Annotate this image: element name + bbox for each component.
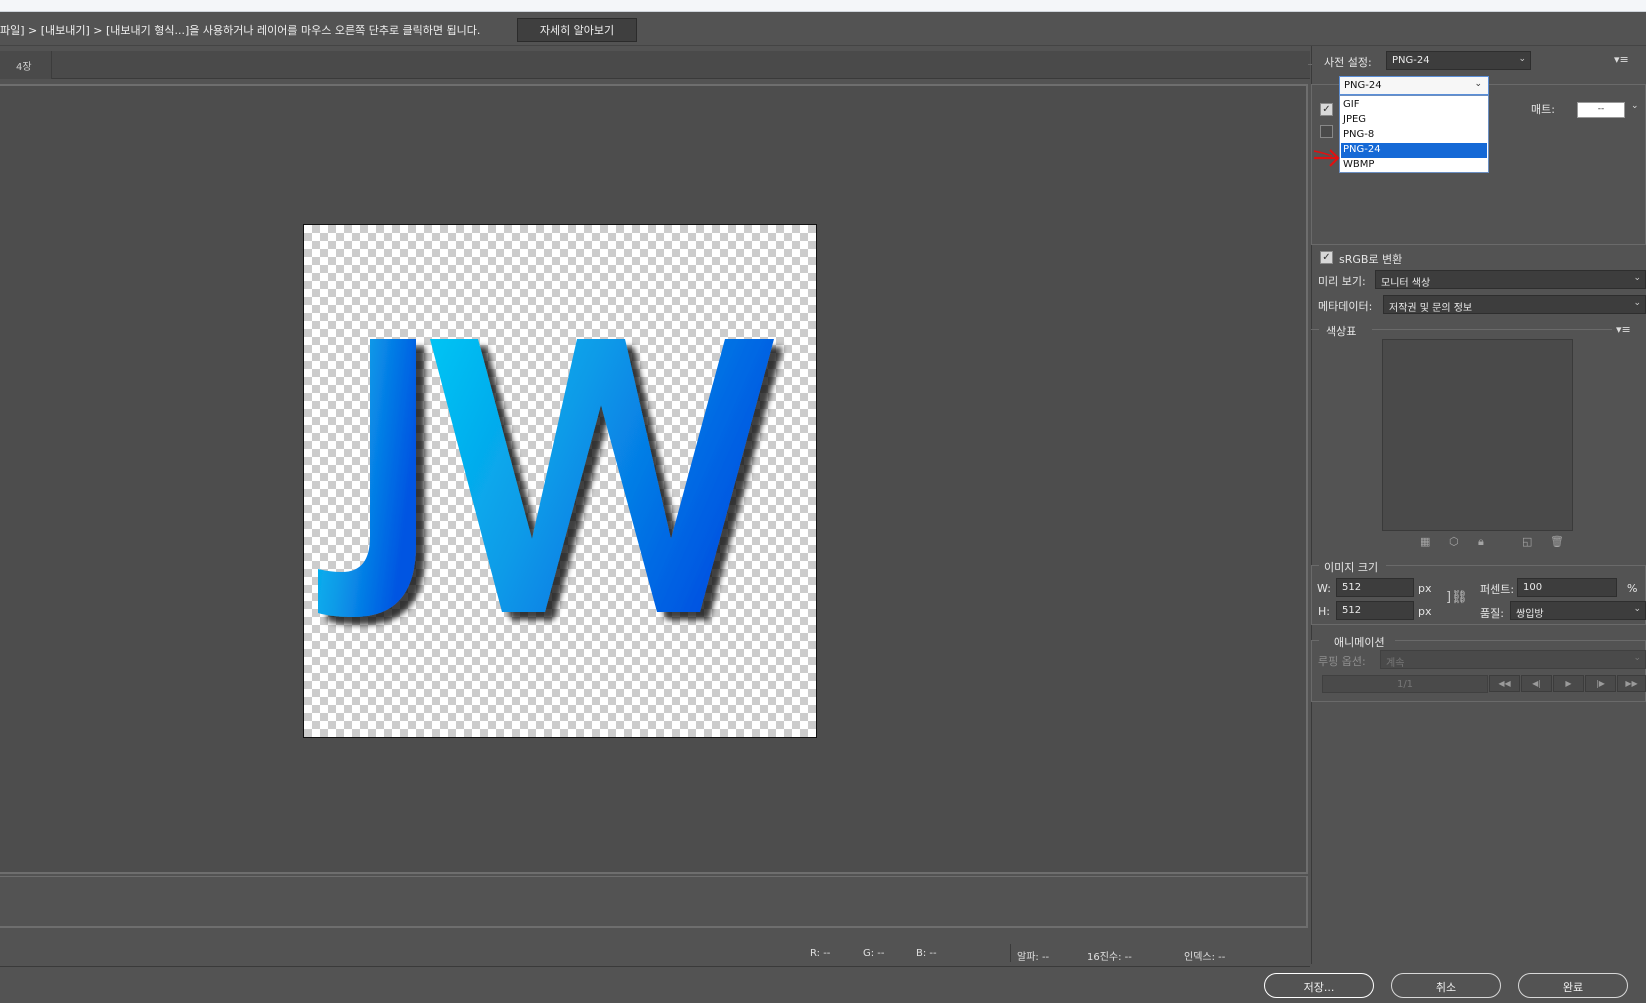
cancel-button[interactable]: 취소 <box>1391 973 1501 998</box>
loop-label: 루핑 옵션: <box>1318 655 1366 668</box>
color-table-line-right <box>1372 329 1612 330</box>
frame-counter-text: 1/1 <box>1396 679 1414 690</box>
last-frame-icon[interactable]: ▶▶ <box>1617 675 1646 692</box>
preset-label: 사전 설정: <box>1324 56 1372 69</box>
height-unit: px <box>1418 605 1432 618</box>
quality-label: 품질: <box>1480 607 1504 620</box>
preview-value: 모니터 색상 <box>1381 278 1431 289</box>
quality-value: 쌍입방 <box>1516 609 1544 620</box>
web-snap-cube-icon[interactable]: ⬡ <box>1449 535 1459 548</box>
letter-w <box>430 339 774 612</box>
save-button[interactable]: 저장... <box>1264 973 1374 998</box>
percent-unit: % <box>1627 582 1638 595</box>
metadata-label: 메타데이터: <box>1318 300 1373 313</box>
preview-image[interactable] <box>303 224 817 738</box>
chevron-down-icon: ⌄ <box>1474 79 1482 89</box>
format-option-gif[interactable]: GIF <box>1341 98 1487 113</box>
format-option-jpeg[interactable]: JPEG <box>1341 113 1487 128</box>
color-table-line-left <box>1311 329 1319 330</box>
info-text: 파일] > [내보내기] > [내보내기 형식...]을 사용하거나 레이어를 … <box>0 24 481 37</box>
metadata-select[interactable]: 저작권 및 문의 정보 ⌄ <box>1383 295 1646 314</box>
height-label: H: <box>1318 605 1330 618</box>
format-option-png8[interactable]: PNG-8 <box>1341 128 1487 143</box>
format-option-png24[interactable]: PNG-24 <box>1341 143 1487 158</box>
panel-menu-icon[interactable]: ▾≡ <box>1614 53 1629 66</box>
height-input[interactable]: 512 <box>1336 601 1414 620</box>
view-tab-bar: 4장 <box>0 51 1310 79</box>
transparency-checkbox[interactable]: ✓ <box>1320 103 1333 116</box>
loop-value: 계속 <box>1386 658 1405 669</box>
trash-icon[interactable]: 🗑︎ <box>1550 535 1564 548</box>
srgb-label: sRGB로 변환 <box>1339 253 1403 266</box>
link-constrain-icon[interactable]: ]⛓︎ <box>1446 590 1468 605</box>
status-bar: R: -- G: -- B: -- 알파: -- 16진수: -- 인덱스: -… <box>0 938 1310 966</box>
info-bar: 파일] > [내보내기] > [내보내기 형식...]을 사용하거나 레이어를 … <box>0 12 1646 46</box>
preset-group-line-left <box>1308 64 1312 65</box>
status-b: B: -- <box>916 948 937 959</box>
quality-select[interactable]: 쌍입방 ⌄ <box>1510 601 1646 620</box>
matte-chevron-down-icon[interactable]: ⌄ <box>1631 101 1639 111</box>
chevron-down-icon: ⌄ <box>1518 54 1526 64</box>
width-label: W: <box>1317 582 1331 595</box>
metadata-value: 저작권 및 문의 정보 <box>1389 303 1473 314</box>
preset-select[interactable]: PNG-24 ⌄ <box>1386 51 1531 70</box>
chevron-down-icon: ⌄ <box>1633 298 1641 308</box>
percent-input[interactable]: 100 <box>1517 578 1617 597</box>
previous-frame-icon[interactable]: ◀| <box>1521 675 1552 692</box>
color-table-grid[interactable] <box>1382 339 1573 531</box>
status-separator <box>1010 944 1011 962</box>
format-option-wbmp[interactable]: WBMP <box>1341 158 1487 173</box>
tab-4-up[interactable]: 4장 <box>0 51 52 79</box>
preview-select[interactable]: 모니터 색상 ⌄ <box>1375 270 1646 289</box>
chevron-down-icon: ⌄ <box>1633 273 1641 283</box>
learn-more-button[interactable]: 자세히 알아보기 <box>517 18 637 42</box>
matte-swatch[interactable]: -- <box>1577 102 1625 118</box>
width-input[interactable]: 512 <box>1336 578 1414 597</box>
interlaced-checkbox[interactable] <box>1320 125 1333 138</box>
play-icon[interactable]: ▶ <box>1553 675 1584 692</box>
status-index: 인덱스: -- <box>1184 952 1226 963</box>
format-select[interactable]: PNG-24 ⌄ <box>1339 76 1489 95</box>
new-color-icon[interactable]: ◱ <box>1522 535 1532 548</box>
window-top-strip <box>0 0 1646 12</box>
done-button[interactable]: 완료 <box>1518 973 1628 998</box>
status-alpha: 알파: -- <box>1017 952 1050 963</box>
color-table-label: 색상표 <box>1326 325 1357 338</box>
bottom-divider <box>0 966 1310 967</box>
status-g: G: -- <box>863 948 885 959</box>
srgb-checkbox[interactable]: ✓ <box>1320 251 1333 264</box>
status-hex: 16진수: -- <box>1087 952 1132 963</box>
next-frame-icon[interactable]: |▶ <box>1585 675 1616 692</box>
chevron-down-icon: ⌄ <box>1633 653 1641 663</box>
letter-j <box>318 339 416 617</box>
map-transparency-icon[interactable]: ▦ <box>1420 535 1430 548</box>
status-r: R: -- <box>810 948 831 959</box>
lock-icon[interactable]: 🔒︎ <box>1478 535 1484 549</box>
format-value: PNG-24 <box>1344 80 1382 91</box>
preview-label: 미리 보기: <box>1318 275 1366 288</box>
frame-counter: 1/1 <box>1322 675 1488 693</box>
loop-select[interactable]: 계속 ⌄ <box>1380 650 1646 669</box>
matte-label: 매트: <box>1531 103 1555 116</box>
first-frame-icon[interactable]: ◀◀ <box>1489 675 1520 692</box>
preview-info-strip <box>0 876 1308 928</box>
width-unit: px <box>1418 582 1432 595</box>
format-dropdown-list: GIF JPEG PNG-8 PNG-24 WBMP <box>1339 95 1489 173</box>
annotation-arrow-icon <box>1313 149 1340 167</box>
preset-value: PNG-24 <box>1392 55 1430 66</box>
color-table-menu-icon[interactable]: ▾≡ <box>1616 323 1631 336</box>
jw-logo-graphic <box>318 339 774 617</box>
percent-label: 퍼센트: <box>1480 583 1515 596</box>
chevron-down-icon: ⌄ <box>1633 604 1641 614</box>
